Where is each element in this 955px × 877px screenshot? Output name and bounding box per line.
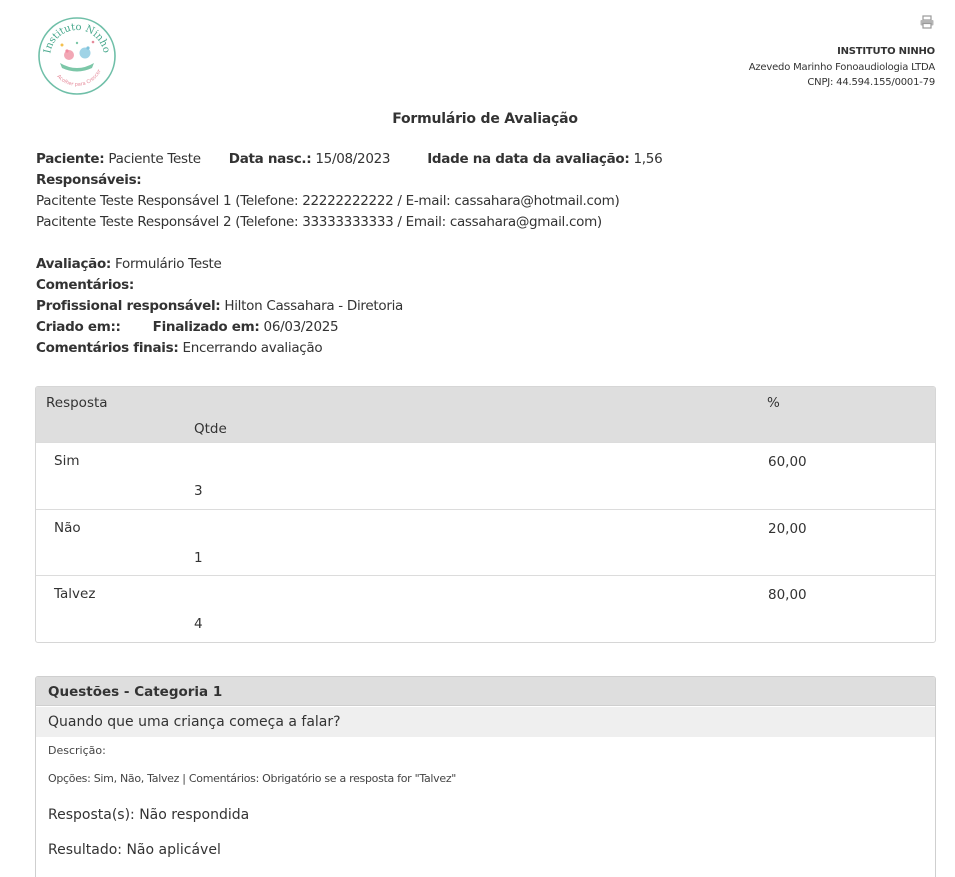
comentarios-finais-value: Encerrando avaliação	[182, 340, 323, 356]
header-resposta: Resposta	[46, 395, 108, 411]
comentarios-label: Comentários:	[36, 277, 134, 293]
finalizado-value: 06/03/2025	[263, 319, 339, 335]
question-text: Quando que uma criança começa a falar?	[36, 707, 935, 737]
avaliacao-label: Avaliação:	[36, 256, 112, 272]
row-qtde: 3	[194, 483, 203, 499]
row-percent: 80,00	[768, 587, 807, 603]
header-percent: %	[767, 395, 780, 411]
company-name: INSTITUTO NINHO	[837, 46, 935, 57]
criado-label: Criado em::	[36, 319, 121, 335]
patient-label: Paciente:	[36, 151, 105, 167]
row-percent: 60,00	[768, 454, 807, 470]
questions-panel: Questões - Categoria 1 Quando que uma cr…	[35, 676, 936, 877]
comentarios-finais-line: Comentários finais: Encerrando avaliação	[36, 338, 323, 359]
age-value: 1,56	[633, 151, 663, 167]
comentarios-line: Comentários:	[36, 275, 134, 296]
patient-value: Paciente Teste	[108, 151, 201, 167]
results-table: Resposta % Qtde Sim 60,00 3 Não 20,00 1 …	[35, 386, 936, 643]
company-info: INSTITUTO NINHO Azevedo Marinho Fonoaudi…	[749, 44, 935, 91]
header-qtde: Qtde	[194, 421, 227, 437]
avaliacao-line: Avaliação: Formulário Teste	[36, 254, 222, 275]
category-title: Questões - Categoria 1	[36, 677, 935, 706]
row-qtde: 1	[194, 549, 203, 566]
row-label: Talvez	[54, 586, 96, 602]
dates-line: Criado em:: Finalizado em: 06/03/2025	[36, 317, 339, 338]
profissional-line: Profissional responsável: Hilton Cassaha…	[36, 296, 403, 317]
responsavel-2: Pacitente Teste Responsável 2 (Telefone:…	[36, 214, 602, 230]
table-row: Não 20,00 1	[36, 508, 935, 576]
question-result: Resultado: Não aplicável	[48, 842, 221, 858]
comentarios-finais-label: Comentários finais:	[36, 340, 179, 356]
patient-line: Paciente: Paciente Teste Data nasc.: 15/…	[36, 149, 663, 170]
row-percent: 20,00	[768, 520, 807, 537]
question-options: Opções: Sim, Não, Talvez | Comentários: …	[48, 772, 457, 785]
question-response: Resposta(s): Não respondida	[48, 807, 250, 823]
form-title: Formulário de Avaliação	[392, 111, 578, 127]
finalizado-label: Finalizado em:	[152, 319, 260, 335]
results-table-header: Resposta % Qtde	[36, 387, 935, 442]
row-label: Não	[54, 519, 81, 536]
avaliacao-value: Formulário Teste	[115, 256, 222, 272]
printer-icon[interactable]	[919, 14, 935, 29]
table-row: Talvez 80,00 4	[36, 575, 935, 642]
row-qtde: 4	[194, 616, 203, 632]
table-row: Sim 60,00 3	[36, 442, 935, 509]
responsaveis-label-line: Responsáveis:	[36, 170, 142, 191]
responsaveis-label: Responsáveis:	[36, 172, 142, 188]
company-legal-name: Azevedo Marinho Fonoaudiologia LTDA	[748, 61, 935, 73]
profissional-value: Hilton Cassahara - Diretoria	[224, 298, 404, 314]
company-cnpj: CNPJ: 44.594.155/0001-79	[807, 77, 935, 88]
profissional-label: Profissional responsável:	[36, 298, 221, 314]
birth-date-label: Data nasc.:	[228, 151, 312, 167]
responsavel-1: Pacitente Teste Responsável 1 (Telefone:…	[36, 193, 620, 209]
institute-logo: Instituto Ninho Acolher para Crescer	[36, 15, 118, 97]
age-label: Idade na data da avaliação:	[427, 151, 630, 167]
birth-date-value: 15/08/2023	[315, 151, 391, 167]
question-description: Descrição:	[48, 744, 106, 757]
row-label: Sim	[54, 453, 80, 469]
